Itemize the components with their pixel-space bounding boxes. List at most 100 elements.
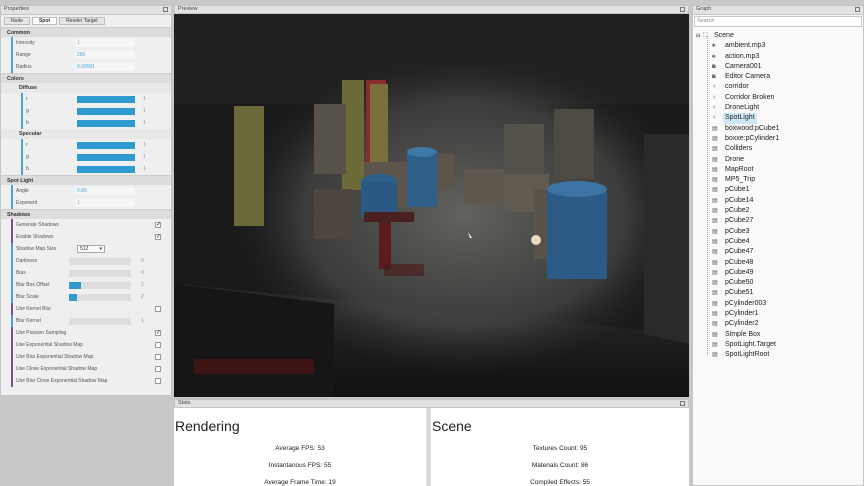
tree-item[interactable]: ▤ pCube49 bbox=[693, 268, 863, 278]
diffuse-g-slider[interactable] bbox=[77, 108, 135, 115]
shadow-map-size-select[interactable]: 512 bbox=[77, 245, 105, 253]
tree-item[interactable]: ◙ Editor Camera bbox=[693, 72, 863, 82]
light-icon: ♀ bbox=[712, 105, 717, 112]
blur-close-exp-shadow-checkbox[interactable] bbox=[155, 378, 161, 384]
tree-item[interactable]: ▤ pCube2 bbox=[693, 206, 863, 216]
range-label: Range bbox=[16, 52, 31, 58]
tree-item-label: pCylinder2 bbox=[725, 320, 759, 328]
intensity-input[interactable]: 1 bbox=[75, 39, 135, 47]
tree-item[interactable]: ♀ SpotLight bbox=[693, 113, 863, 124]
tree-item[interactable]: ◙ Camera001 bbox=[693, 62, 863, 72]
tree-item[interactable]: ▤ MapRoot bbox=[693, 165, 863, 175]
tree-item[interactable]: ▤ pCylinder1 bbox=[693, 309, 863, 319]
specular-g-slider[interactable] bbox=[77, 154, 135, 161]
tree-item[interactable]: ▤ Colliders bbox=[693, 144, 863, 154]
tab-spot[interactable]: Spot bbox=[31, 17, 58, 25]
generate-shadows-checkbox[interactable]: ✓ bbox=[155, 222, 161, 228]
mesh-icon: ▤ bbox=[712, 208, 718, 215]
tree-item[interactable]: ▤ SpotLightRoot bbox=[693, 350, 863, 360]
maximize-icon[interactable] bbox=[163, 7, 168, 12]
bias-label: Bias bbox=[16, 270, 26, 276]
scene-render bbox=[174, 14, 689, 397]
tree-item-label: pCube51 bbox=[725, 289, 754, 297]
blur-exp-shadow-checkbox[interactable] bbox=[155, 354, 161, 360]
section-shadows[interactable]: Shadows bbox=[1, 209, 171, 219]
exponent-input[interactable]: 1 bbox=[75, 199, 135, 207]
blur-box-offset-slider[interactable] bbox=[69, 282, 82, 289]
radius-input[interactable]: 0.00001 bbox=[75, 63, 135, 71]
blur-scale-label: Blur Scale bbox=[16, 294, 39, 300]
tab-render-target[interactable]: Render Target bbox=[59, 17, 105, 25]
tree-item[interactable]: ▤ pCube3 bbox=[693, 227, 863, 237]
mesh-icon: ▤ bbox=[712, 197, 718, 204]
maximize-icon[interactable] bbox=[680, 7, 685, 12]
tree-item-label: Drone bbox=[725, 155, 745, 163]
tree-item[interactable]: ▤ boxxe:pCylinder1 bbox=[693, 134, 863, 144]
tree-item-label: Simple Box bbox=[725, 330, 761, 338]
mesh-icon: ▤ bbox=[712, 249, 718, 256]
tree-item[interactable]: 🔊︎ ambient.mp3 bbox=[693, 41, 863, 51]
specular-b-label: b bbox=[26, 166, 29, 172]
diffuse-b-slider[interactable] bbox=[77, 120, 135, 127]
3d-viewport[interactable] bbox=[174, 14, 689, 397]
light-icon: ♀ bbox=[712, 115, 717, 122]
scene-card: Scene Textures Count: 95 Materials Count… bbox=[431, 408, 689, 486]
tree-item[interactable]: ▤ pCube14 bbox=[693, 196, 863, 206]
graph-panel: Graph Search ⊟ ⛶ Scene 🔊︎ ambient.mp3 🔊︎ ac… bbox=[692, 5, 864, 486]
tree-item[interactable]: ▤ boxwood:pCube1 bbox=[693, 124, 863, 134]
tree-item[interactable]: ▤ pCube4 bbox=[693, 237, 863, 247]
graph-search-input[interactable]: Search bbox=[694, 16, 862, 27]
tree-item[interactable]: ▤ pCube50 bbox=[693, 278, 863, 288]
enable-shadows-checkbox[interactable]: ✓ bbox=[155, 234, 161, 240]
specular-r-slider[interactable] bbox=[77, 142, 135, 149]
tree-item[interactable]: ▤ pCylinder003 bbox=[693, 299, 863, 309]
tree-item-label: Colliders bbox=[725, 145, 753, 153]
tree-item[interactable]: ▤ Simple Box bbox=[693, 330, 863, 340]
blur-scale-slider[interactable] bbox=[69, 294, 78, 301]
subsection-diffuse[interactable]: Diffuse bbox=[1, 83, 171, 93]
diffuse-r-label: r bbox=[26, 96, 28, 102]
close-exp-shadow-row: Use Close Exponential Shadow Map bbox=[11, 363, 171, 375]
tree-item[interactable]: ▤ pCube48 bbox=[693, 258, 863, 268]
specular-b-slider[interactable] bbox=[77, 166, 135, 173]
angle-input[interactable]: 0.89 bbox=[75, 187, 135, 195]
bias-row: Bias 0 bbox=[11, 267, 171, 279]
exp-shadow-checkbox[interactable] bbox=[155, 342, 161, 348]
tree-item[interactable]: ♀ DroneLight bbox=[693, 103, 863, 113]
maximize-icon[interactable] bbox=[855, 7, 860, 12]
section-spot-light[interactable]: Spot Light bbox=[1, 175, 171, 185]
tree-item-label: pCube3 bbox=[725, 227, 750, 235]
close-exp-shadow-checkbox[interactable] bbox=[155, 366, 161, 372]
tree-item-label: boxwood:pCube1 bbox=[725, 124, 780, 132]
specular-g-label: g bbox=[26, 154, 29, 160]
poisson-checkbox[interactable]: ✓ bbox=[155, 330, 161, 336]
tree-item[interactable]: ▤ pCube47 bbox=[693, 247, 863, 257]
collapse-icon[interactable]: ⊟ bbox=[696, 31, 700, 41]
blur-close-exp-shadow-row: Use Blur Close Exponential Shadow Map bbox=[11, 375, 171, 387]
mesh-icon: ▤ bbox=[712, 187, 718, 194]
stat-line: Compiled Effects: 55 bbox=[530, 479, 590, 486]
tree-item[interactable]: ▤ pCube1 bbox=[693, 185, 863, 195]
tree-root-scene[interactable]: ⊟ ⛶ Scene bbox=[693, 31, 863, 41]
range-input[interactable]: 250 bbox=[75, 51, 135, 59]
maximize-icon[interactable] bbox=[680, 401, 685, 406]
tree-item[interactable]: ▤ pCylinder2 bbox=[693, 319, 863, 329]
tree-item-label: pCube1 bbox=[725, 186, 750, 194]
tree-item[interactable]: ▤ pCube51 bbox=[693, 288, 863, 298]
tree-item[interactable]: ▤ SpotLight.Target bbox=[693, 340, 863, 350]
subsection-specular[interactable]: Specular bbox=[1, 129, 171, 139]
blur-scale-value: 2 bbox=[141, 294, 144, 300]
enable-shadows-label: Enable Shadows bbox=[16, 234, 54, 240]
tree-item[interactable]: ▤ Drone bbox=[693, 155, 863, 165]
tree-item[interactable]: 🔊︎ action.mp3 bbox=[693, 52, 863, 62]
diffuse-r-slider[interactable] bbox=[77, 96, 135, 103]
tree-item[interactable]: ♀ Corridor Broken bbox=[693, 93, 863, 103]
section-colors[interactable]: Colors bbox=[1, 73, 171, 83]
tree-item[interactable]: ♀ corridor bbox=[693, 82, 863, 92]
section-common[interactable]: Common bbox=[1, 27, 171, 37]
kernel-blur-checkbox[interactable] bbox=[155, 306, 161, 312]
tab-node[interactable]: Node bbox=[4, 17, 30, 25]
tree-item[interactable]: ▤ MP5_Trip bbox=[693, 175, 863, 185]
intensity-label: Intensity bbox=[16, 40, 35, 46]
tree-item[interactable]: ▤ pCube27 bbox=[693, 216, 863, 226]
